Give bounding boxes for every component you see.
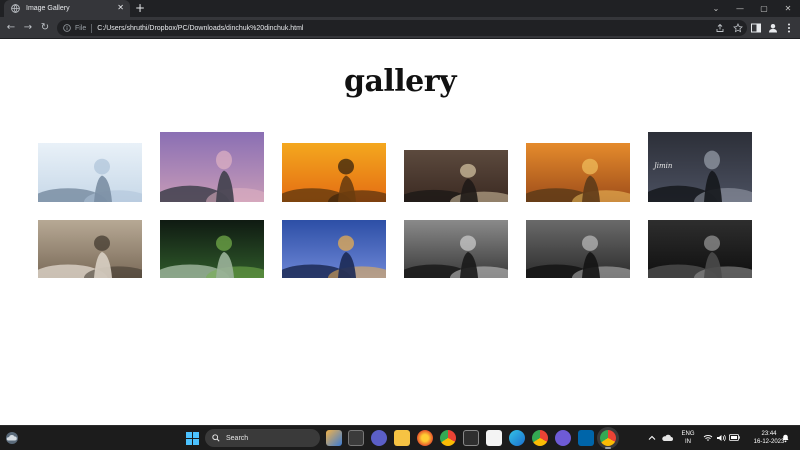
chevron-up-icon[interactable] [648,434,656,442]
tab-search-icon[interactable]: ⌄ [704,0,728,17]
gallery-image-man-black-white-3[interactable] [648,220,752,278]
more-menu-icon[interactable] [783,22,795,34]
wifi-icon[interactable] [703,434,713,442]
image-caption: Jimin [654,162,673,170]
edge-icon[interactable] [509,430,525,446]
image-art [282,143,386,202]
image-art [38,143,142,202]
firefox-icon[interactable] [417,430,433,446]
weather-widget-icon[interactable] [5,431,19,445]
tab-title: Image Gallery [26,5,70,12]
reload-button[interactable]: ↻ [38,21,52,35]
forward-button[interactable]: → [21,21,35,35]
share-icon[interactable] [715,23,725,33]
gallery-image-man-black-white-2[interactable] [526,220,630,278]
tab-close-icon[interactable]: ✕ [117,3,124,13]
image-art [404,150,508,202]
gallery-image-man-hat-street[interactable] [38,220,142,278]
chrome-icon[interactable] [440,430,456,446]
language-code: ENG [681,431,695,437]
tab-image-gallery[interactable]: Image Gallery ✕ [4,0,130,17]
bookmark-star-icon[interactable] [733,23,743,33]
gallery-image-anime-blue-sky-clouds[interactable] [282,220,386,278]
search-icon [212,434,220,442]
chrome-profile-icon[interactable] [532,430,548,446]
task-view-icon[interactable] [348,430,364,446]
windows-start-icon[interactable] [186,432,199,445]
image-art [160,220,264,278]
gallery-image-man-black-outfit-poster[interactable]: Jimin [648,132,752,202]
profile-icon[interactable] [767,22,779,34]
minimize-button[interactable]: — [728,0,752,17]
info-icon[interactable] [63,24,71,32]
browser-toolbar: ← → ↻ File C:/Users/shruthi/Dropbox/PC/D… [0,17,800,39]
image-art [38,220,142,278]
close-window-button[interactable]: ✕ [776,0,800,17]
globe-icon [11,4,20,13]
widgets-app-icon[interactable] [326,430,342,446]
file-explorer-icon[interactable] [394,430,410,446]
gallery-image-anime-autumn-forest[interactable] [526,143,630,202]
image-art [526,143,630,202]
onedrive-cloud-icon[interactable] [662,433,673,442]
gallery-image-man-white-shirt-window[interactable] [38,143,142,202]
address-bar[interactable]: File C:/Users/shruthi/Dropbox/PC/Downloa… [57,20,747,36]
teams-chat-icon[interactable] [371,430,387,446]
image-art [526,220,630,278]
image-art [648,220,752,278]
windows-taskbar: Search ENG IN 23:44 16-12-2023 [0,425,800,450]
amazon-icon[interactable] [486,430,502,446]
language-indicator[interactable]: ENG IN [677,430,699,446]
gallery-image-anime-character-brown[interactable] [404,150,508,202]
search-label: Search [226,434,249,442]
gallery-image-man-black-white-1[interactable] [404,220,508,278]
media-app-icon[interactable] [555,430,571,446]
vscode-icon[interactable] [578,430,594,446]
side-panel-icon[interactable] [750,22,762,34]
page-content: gallery Jimin [0,40,800,425]
region-code: IN [685,439,691,445]
maximize-button[interactable]: ▢ [752,0,776,17]
new-tab-button[interactable]: + [135,1,145,15]
image-art [160,132,264,202]
image-art [282,220,386,278]
browser-tab-strip: Image Gallery ✕ + ⌄ — ▢ ✕ [0,0,800,17]
notification-bell-icon[interactable] [781,433,790,443]
taskbar-search[interactable]: Search [205,429,320,447]
page-title: gallery [343,64,457,99]
address-separator [91,23,93,33]
battery-icon[interactable] [729,434,740,441]
active-app-indicator [605,447,611,449]
file-scheme-label: File [75,24,87,32]
gallery-image-snowy-mountains-pink-sky[interactable] [160,132,264,202]
microsoft-store-icon[interactable] [463,430,479,446]
gallery-image-anime-green-eyes[interactable] [160,220,264,278]
back-button[interactable]: ← [4,21,18,35]
gallery-image-sunset-silhouette[interactable] [282,143,386,202]
image-art [404,220,508,278]
url-text[interactable]: C:/Users/shruthi/Dropbox/PC/Downloads/di… [97,25,303,32]
volume-icon[interactable] [716,434,726,442]
chrome-active-icon[interactable] [600,430,616,446]
